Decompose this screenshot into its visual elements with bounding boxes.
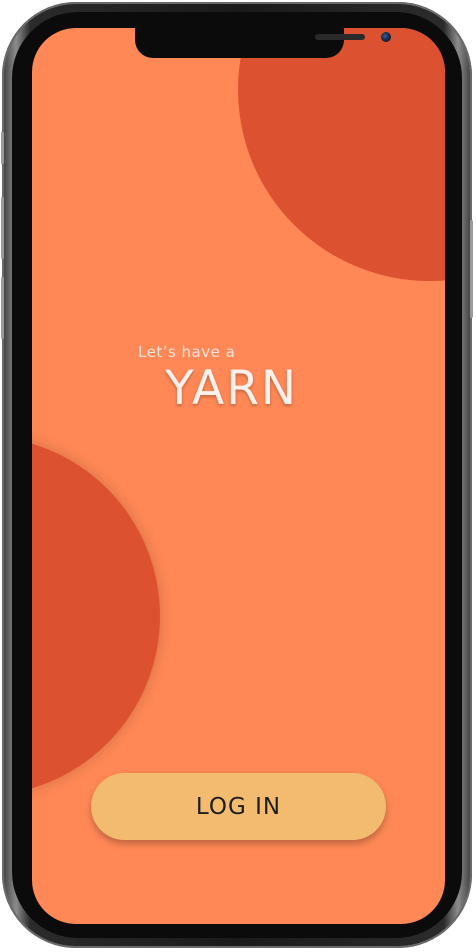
volume-up-button — [1, 197, 4, 259]
volume-down-button — [1, 277, 4, 339]
login-button[interactable]: LOG IN — [91, 773, 386, 840]
power-button — [470, 220, 473, 318]
decorative-circle-bottom — [32, 436, 160, 796]
app-title: YARN — [165, 361, 299, 416]
app-screen: Let’s have a YARN LOG IN — [32, 28, 445, 924]
tagline: Let’s have a — [138, 343, 236, 361]
mute-switch — [1, 132, 4, 164]
decorative-circle-top — [238, 28, 445, 281]
notch — [135, 28, 391, 58]
front-camera-icon — [381, 32, 391, 42]
speaker-grille — [315, 34, 365, 40]
login-button-label: LOG IN — [195, 793, 282, 820]
